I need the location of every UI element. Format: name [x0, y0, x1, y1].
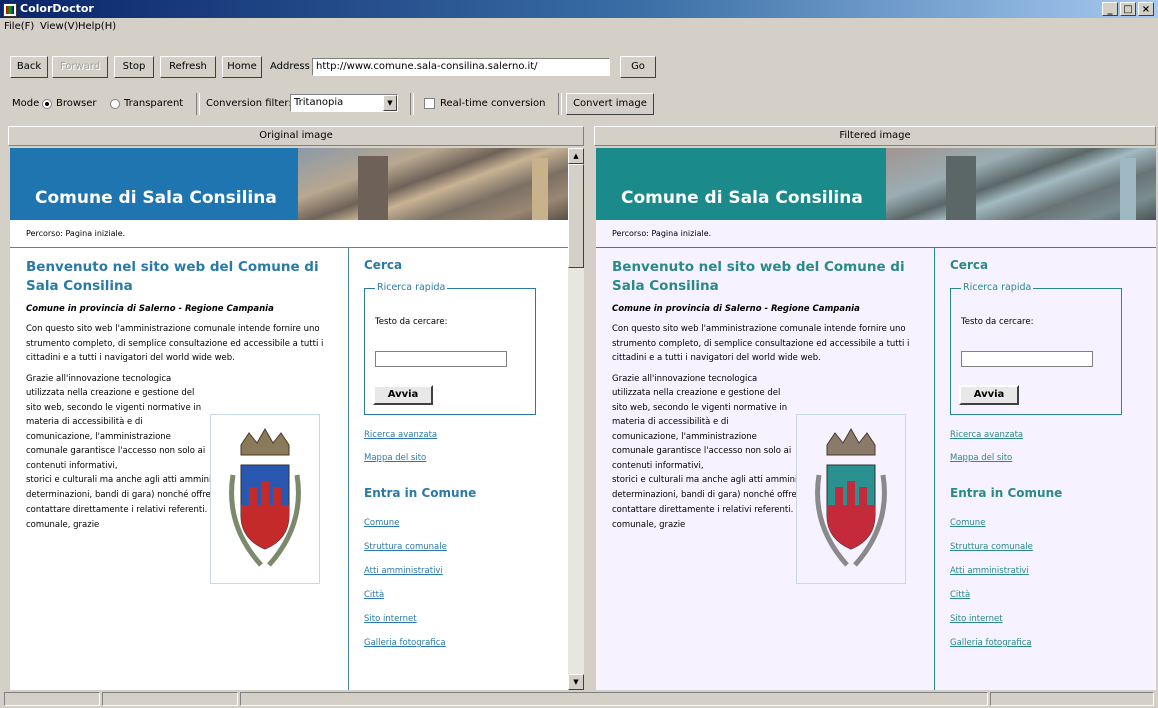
link-atti[interactable]: Atti amministrativi	[364, 566, 443, 576]
status-cell	[240, 692, 988, 706]
menu-view[interactable]: View(V)	[40, 21, 78, 32]
search-title: Cerca	[950, 258, 989, 272]
sidebar: Cerca Ricerca rapida Testo da cercare: A…	[364, 258, 544, 648]
sidebar: Cerca Ricerca rapida Testo da cercare: A…	[950, 258, 1130, 648]
advanced-search-link[interactable]: Ricerca avanzata	[364, 430, 437, 440]
page-subtitle: Comune in provincia di Salerno - Regione…	[612, 304, 860, 314]
page-heading: Benvenuto nel sito web del Comune di Sal…	[26, 259, 319, 294]
search-input[interactable]	[375, 351, 507, 367]
link-galleria[interactable]: Galleria fotografica	[364, 638, 446, 648]
quick-search-legend: Ricerca rapida	[375, 282, 448, 293]
mode-browser-label: Browser	[56, 98, 97, 109]
page-heading: Benvenuto nel sito web del Comune di Sal…	[612, 259, 905, 294]
scroll-up-icon[interactable]: ▲	[568, 148, 584, 164]
status-cell	[990, 692, 1154, 706]
filter-select[interactable]: Tritanopia	[290, 94, 398, 112]
link-citta[interactable]: Città	[364, 590, 384, 600]
window-title: ColorDoctor	[20, 2, 94, 15]
address-label: Address	[270, 61, 310, 72]
window-controls: _ □ ×	[1102, 2, 1154, 16]
advanced-search-link[interactable]: Ricerca avanzata	[950, 430, 1023, 440]
original-scrollbar[interactable]: ▲ ▼	[568, 148, 584, 690]
filtered-pane: Comune di Sala Consilina Percorso: Pagin…	[596, 148, 1156, 690]
search-input[interactable]	[961, 351, 1093, 367]
coat-of-arms-image	[210, 414, 320, 584]
search-text-label: Testo da cercare:	[961, 317, 1034, 327]
link-atti[interactable]: Atti amministrativi	[950, 566, 1029, 576]
separator	[410, 93, 414, 115]
link-comune[interactable]: Comune	[364, 518, 399, 528]
close-button[interactable]: ×	[1138, 2, 1154, 16]
filter-label: Conversion filter:	[206, 98, 292, 109]
site-banner: Comune di Sala Consilina	[596, 148, 1156, 220]
app-icon	[3, 3, 17, 17]
site-banner: Comune di Sala Consilina	[10, 148, 568, 220]
banner-photo	[886, 148, 1156, 220]
quick-search-box: Ricerca rapida Testo da cercare: Avvia	[364, 282, 536, 415]
mode-browser-radio[interactable]	[42, 99, 52, 109]
status-cell	[102, 692, 238, 706]
search-button[interactable]: Avvia	[959, 385, 1019, 405]
menu-help[interactable]: Help(H)	[78, 21, 116, 32]
body-paragraph: Grazie all'innovazione tecnologica utili…	[26, 373, 206, 471]
search-title: Cerca	[364, 258, 403, 272]
filtered-pane-header: Filtered image	[594, 126, 1156, 146]
back-button[interactable]: Back	[10, 56, 48, 78]
scroll-down-icon[interactable]: ▼	[568, 674, 584, 690]
breadcrumb: Percorso: Pagina iniziale.	[596, 220, 1156, 248]
forward-button[interactable]: Forward	[52, 56, 108, 78]
banner-title: Comune di Sala Consilina	[35, 188, 277, 208]
breadcrumb: Percorso: Pagina iniziale.	[10, 220, 568, 248]
mode-transparent-label: Transparent	[124, 98, 184, 109]
refresh-button[interactable]: Refresh	[160, 56, 216, 78]
separator	[558, 93, 562, 115]
intro-paragraph: Con questo sito web l'amministrazione co…	[612, 324, 910, 363]
address-input[interactable]: http://www.comune.sala-consilina.salerno…	[312, 58, 610, 76]
realtime-checkbox[interactable]	[424, 98, 435, 109]
mode-label: Mode	[12, 98, 40, 109]
title-bar: ColorDoctor _ □ ×	[0, 0, 1158, 18]
stop-button[interactable]: Stop	[114, 56, 154, 78]
maximize-button[interactable]: □	[1120, 2, 1136, 16]
page-subtitle: Comune in provincia di Salerno - Regione…	[26, 304, 274, 314]
site-map-link[interactable]: Mappa del sito	[950, 453, 1012, 463]
column-divider	[934, 248, 935, 690]
quick-search-legend: Ricerca rapida	[961, 282, 1034, 293]
status-cell	[4, 692, 100, 706]
menu-bar: File(F) View(V) Help(H)	[0, 18, 1158, 36]
column-divider	[348, 248, 349, 690]
link-citta[interactable]: Città	[950, 590, 970, 600]
original-pane: Comune di Sala Consilina Percorso: Pagin…	[10, 148, 568, 690]
separator	[196, 93, 200, 115]
intro-paragraph: Con questo sito web l'amministrazione co…	[26, 324, 324, 363]
status-bar	[0, 690, 1158, 708]
go-button[interactable]: Go	[620, 56, 656, 78]
link-sito[interactable]: Sito internet	[950, 614, 1003, 624]
chevron-down-icon[interactable]: ▼	[383, 95, 397, 111]
menu-file[interactable]: File(F)	[4, 21, 34, 32]
banner-photo	[298, 148, 568, 220]
link-struttura[interactable]: Struttura comunale	[950, 542, 1033, 552]
original-pane-header: Original image	[8, 126, 584, 146]
scroll-thumb[interactable]	[568, 164, 584, 268]
body-paragraph: Grazie all'innovazione tecnologica utili…	[612, 373, 792, 471]
realtime-label: Real-time conversion	[440, 98, 546, 109]
convert-image-button[interactable]: Convert image	[566, 93, 654, 115]
search-text-label: Testo da cercare:	[375, 317, 448, 327]
home-button[interactable]: Home	[222, 56, 262, 78]
search-button[interactable]: Avvia	[373, 385, 433, 405]
enter-comune-title: Entra in Comune	[950, 486, 1063, 500]
mode-transparent-radio[interactable]	[110, 99, 120, 109]
coat-of-arms-image	[796, 414, 906, 584]
link-comune[interactable]: Comune	[950, 518, 985, 528]
enter-comune-title: Entra in Comune	[364, 486, 477, 500]
link-sito[interactable]: Sito internet	[364, 614, 417, 624]
quick-search-box: Ricerca rapida Testo da cercare: Avvia	[950, 282, 1122, 415]
minimize-button[interactable]: _	[1102, 2, 1118, 16]
banner-title: Comune di Sala Consilina	[621, 188, 863, 208]
link-galleria[interactable]: Galleria fotografica	[950, 638, 1032, 648]
site-map-link[interactable]: Mappa del sito	[364, 453, 426, 463]
link-struttura[interactable]: Struttura comunale	[364, 542, 447, 552]
